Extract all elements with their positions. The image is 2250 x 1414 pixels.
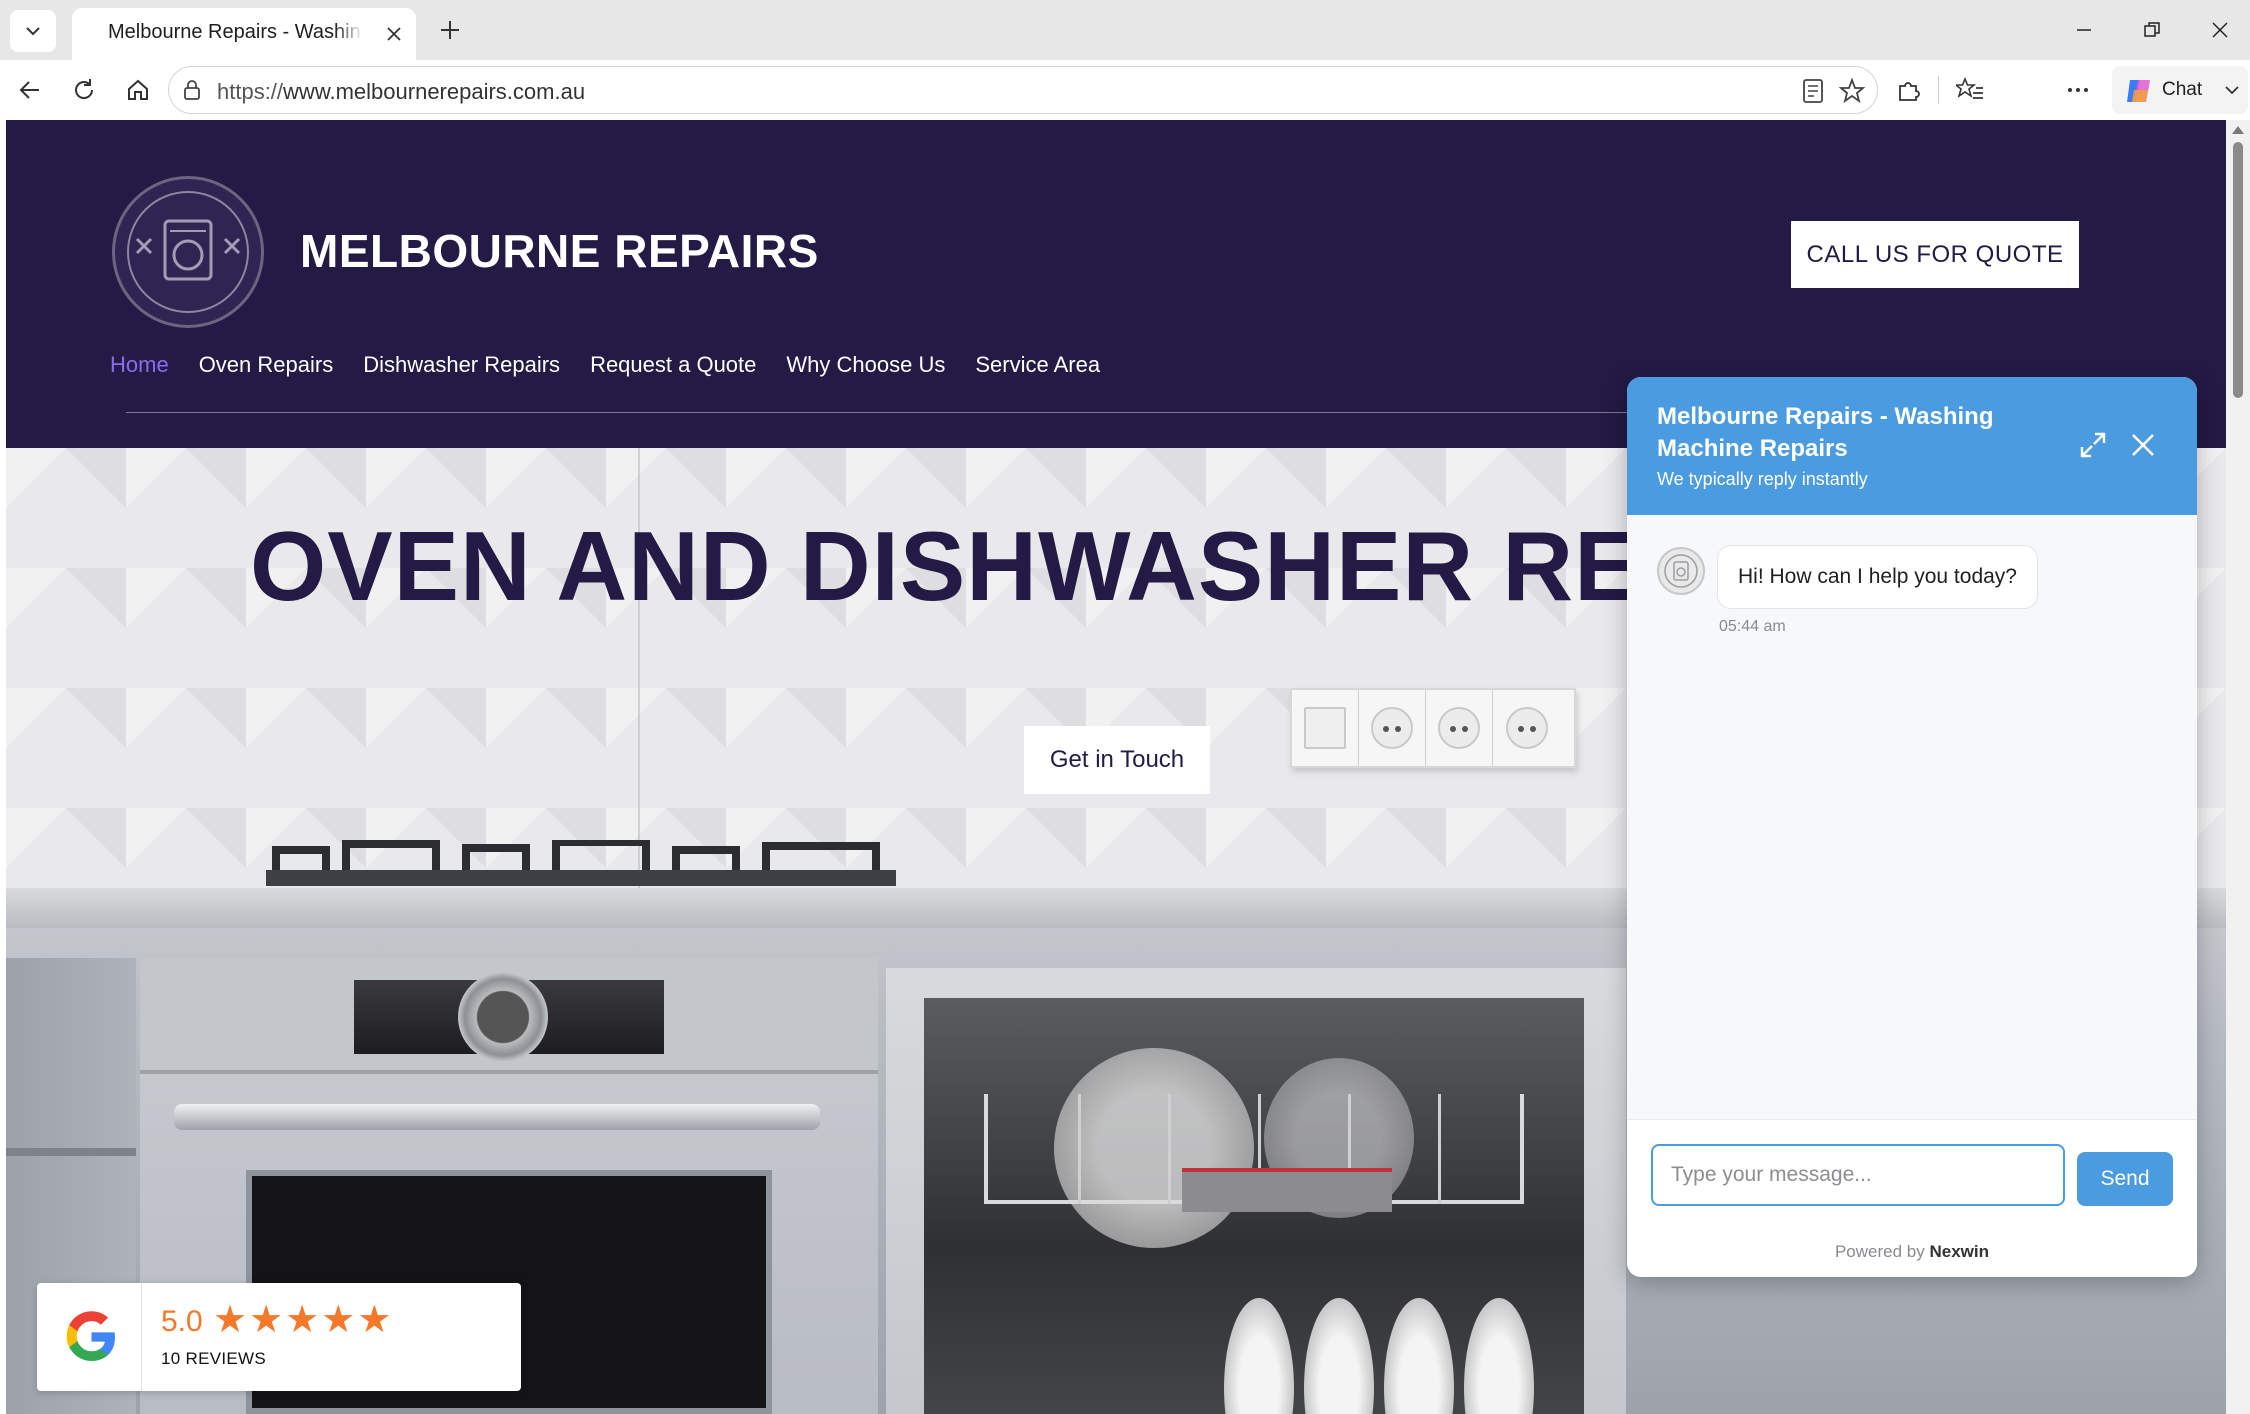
back-button[interactable] [8, 68, 52, 112]
avatar [1657, 547, 1705, 595]
site-name[interactable]: MELBOURNE REPAIRS [300, 224, 819, 278]
minimize-icon [2077, 29, 2091, 31]
expand-icon[interactable] [2077, 429, 2109, 461]
puzzle-icon [1899, 82, 1920, 101]
reviews-divider [141, 1283, 142, 1391]
home-button[interactable] [116, 68, 160, 112]
ellipsis-icon [2068, 88, 2088, 92]
chat-footer: Send Powered by Nexwin [1627, 1119, 2197, 1277]
favorites-button[interactable] [1948, 68, 1992, 112]
star-icon: ★ [213, 1299, 248, 1341]
nav-item-why-choose-us[interactable]: Why Choose Us [786, 352, 945, 378]
rating-value: 5.0 [161, 1305, 203, 1338]
chevron-down-icon [2224, 83, 2240, 102]
main-nav: Home Oven Repairs Dishwasher Repairs Req… [110, 352, 1130, 378]
nav-item-service-area[interactable]: Service Area [975, 352, 1100, 378]
send-button[interactable]: Send [2077, 1152, 2173, 1206]
chat-subtitle: We typically reply instantly [1657, 469, 1868, 489]
tab-list-button[interactable] [10, 10, 56, 52]
tab-title: Melbourne Repairs - Washing Machine Repa… [108, 21, 363, 44]
star-icon: ★ [285, 1299, 320, 1341]
copilot-chat-button[interactable]: Chat [2112, 66, 2248, 114]
message-timestamp: 05:44 am [1719, 618, 1786, 635]
favorite-star-icon[interactable] [1838, 77, 1866, 109]
new-tab-button[interactable] [430, 10, 470, 50]
rating-stars: ★ ★ ★ ★ ★ [213, 1301, 393, 1339]
toolbar-divider [1938, 76, 1939, 104]
close-icon [2212, 22, 2228, 38]
nav-item-request-quote[interactable]: Request a Quote [590, 352, 756, 378]
url-text[interactable]: https://www.melbournerepairs.com.au [217, 79, 585, 105]
nav-item-oven-repairs[interactable]: Oven Repairs [199, 352, 334, 378]
url-protocol: https:// [217, 79, 284, 104]
scroll-up-arrow-icon[interactable] [2232, 126, 2244, 134]
url-host: www.melbournerepairs.com.au [283, 79, 586, 104]
address-bar[interactable]: https://www.melbournerepairs.com.au [168, 66, 1878, 114]
refresh-icon [75, 79, 94, 99]
refresh-button[interactable] [62, 68, 106, 112]
call-for-quote-button[interactable]: CALL US FOR QUOTE [1791, 221, 2079, 288]
lock-icon[interactable] [181, 79, 203, 106]
nav-divider [126, 412, 1656, 413]
browser-tabbar: Melbourne Repairs - Washing Machine Repa… [0, 0, 2250, 60]
star-icon: ★ [357, 1299, 392, 1341]
chat-widget: Melbourne Repairs - Washing Machine Repa… [1627, 377, 2197, 1277]
star-icon: ★ [321, 1299, 356, 1341]
home-icon [128, 79, 148, 100]
powered-by: Powered by Nexwin [1627, 1242, 2197, 1262]
nav-item-home[interactable]: Home [110, 352, 169, 378]
gas-hob-image [266, 840, 896, 886]
restore-button[interactable] [2130, 8, 2174, 52]
tab-close-icon[interactable] [382, 22, 406, 46]
browser-tab-active[interactable]: Melbourne Repairs - Washing Machine Repa… [72, 8, 416, 60]
google-logo-icon [66, 1311, 115, 1361]
agent-message: Hi! How can I help you today? [1717, 545, 2038, 609]
reader-view-icon[interactable] [1801, 78, 1825, 109]
powered-by-prefix: Powered by [1834, 1242, 1925, 1261]
page-scrollbar[interactable] [2226, 120, 2250, 1414]
chat-label: Chat [2162, 79, 2203, 100]
restore-icon [2144, 22, 2160, 37]
get-in-touch-button[interactable]: Get in Touch [1024, 726, 1210, 794]
scroll-thumb[interactable] [2233, 142, 2243, 398]
plus-icon [441, 21, 459, 39]
extensions-button[interactable] [1886, 68, 1930, 112]
google-reviews-badge[interactable]: 5.0 ★ ★ ★ ★ ★ 10 REVIEWS [37, 1283, 521, 1391]
nav-item-dishwasher-repairs[interactable]: Dishwasher Repairs [363, 352, 560, 378]
minimize-button[interactable] [2062, 8, 2106, 52]
message-input[interactable] [1651, 1144, 2065, 1206]
chat-title: Melbourne Repairs - Washing Machine Repa… [1657, 403, 1994, 462]
wall-sockets-image [1290, 688, 1576, 768]
close-icon[interactable] [2127, 429, 2159, 461]
close-window-button[interactable] [2198, 8, 2242, 52]
dishwasher-image [886, 968, 1626, 1414]
site-logo[interactable] [112, 176, 264, 328]
review-count: 10 REVIEWS [161, 1349, 267, 1368]
star-icon: ★ [249, 1299, 284, 1341]
favorites-list-icon [1956, 77, 1983, 99]
more-options-button[interactable] [2056, 68, 2100, 112]
browser-toolbar: https://www.melbournerepairs.com.au Chat [0, 60, 2250, 120]
chevron-down-icon [26, 27, 40, 36]
chat-header: Melbourne Repairs - Washing Machine Repa… [1627, 377, 2197, 515]
copilot-icon [2124, 76, 2154, 111]
powered-by-brand[interactable]: Nexwin [1929, 1242, 1989, 1261]
arrow-left-icon [19, 81, 39, 99]
